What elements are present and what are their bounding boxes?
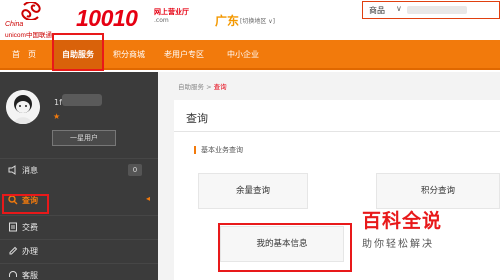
nav-item-old-users[interactable]: 老用户专区: [154, 40, 214, 70]
sidebar-item-payment[interactable]: 交费: [0, 215, 158, 239]
watermark-subtitle: 助你轻松解决: [362, 239, 434, 250]
brand-10010[interactable]: 10010 网上营业厅 .com: [76, 5, 189, 35]
search-input[interactable]: [407, 6, 467, 14]
nav-item-home[interactable]: 首 页: [0, 40, 48, 70]
message-icon: [8, 165, 16, 175]
province-label: 广东: [215, 14, 240, 28]
watermark: 百科全说 助你轻松解决: [362, 206, 460, 256]
bill-icon: [9, 222, 17, 232]
username: 1f: [54, 98, 62, 107]
logo-text-en: China: [5, 21, 24, 28]
unicom-knot-icon: [21, 2, 41, 20]
points-query-button[interactable]: 积分查询: [376, 173, 500, 209]
breadcrumb-root[interactable]: 自助服务: [178, 83, 204, 91]
logo-text-cn: unicom中国联通: [5, 32, 52, 39]
sidebar-item-label: 消息: [22, 166, 38, 175]
breadcrumb: 自助服务 > 查询: [178, 81, 227, 91]
balance-query-button[interactable]: 余量查询: [198, 173, 308, 209]
nav-item-points-mall[interactable]: 积分商城: [104, 40, 154, 70]
collapse-arrow-icon: ◂: [146, 194, 151, 203]
avatar[interactable]: [6, 90, 40, 124]
highlight-box-query: [2, 194, 49, 214]
section-title: 基本业务查询: [194, 146, 243, 154]
star-icon: ★: [53, 112, 61, 121]
brand-domain-text: .com: [154, 17, 169, 24]
sidebar-item-handle[interactable]: 办理: [0, 239, 158, 263]
search-category-select[interactable]: 商品: [369, 5, 385, 16]
user-level-button[interactable]: 一星用户: [52, 130, 116, 146]
sidebar-item-label: 办理: [22, 247, 38, 256]
sidebar-item-label: 交费: [22, 223, 38, 232]
headset-icon: [9, 271, 17, 277]
watermark-title: 百科全说: [362, 210, 443, 232]
breadcrumb-separator: >: [204, 83, 214, 91]
search-box[interactable]: 商品 ∨: [362, 1, 500, 19]
chevron-down-icon[interactable]: ∨: [396, 4, 402, 13]
highlight-box-nav: [52, 33, 104, 71]
divider: [174, 131, 500, 132]
sidebar: 1f ★ 一星用户 消息 0 查询 ◂ 交费 办理 客服: [0, 72, 158, 280]
breadcrumb-current: 查询: [213, 83, 227, 91]
brand-hall-text: 网上营业厅: [154, 8, 189, 16]
page-title: 查询: [186, 112, 208, 125]
highlight-box-basic-info: [218, 223, 352, 272]
switch-region-link[interactable]: [切换地区 ∨]: [240, 16, 275, 25]
sidebar-item-label: 客服: [22, 271, 38, 280]
nav-item-sme[interactable]: 中小企业: [216, 40, 270, 70]
brand-number: 10010: [76, 5, 138, 31]
user-avatar-icon: [6, 90, 40, 124]
sidebar-item-service[interactable]: 客服: [0, 263, 158, 280]
message-count-badge: 0: [128, 164, 142, 176]
sidebar-item-messages[interactable]: 消息 0: [0, 158, 158, 182]
username-redacted: [62, 94, 102, 106]
pen-icon: [9, 246, 18, 255]
